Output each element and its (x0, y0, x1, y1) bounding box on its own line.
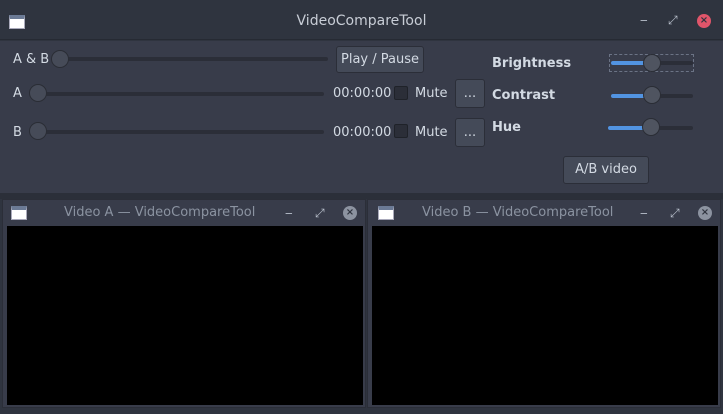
a-position-slider[interactable] (30, 92, 324, 96)
hue-slider-handle[interactable] (642, 118, 660, 136)
hue-label: Hue (492, 120, 521, 135)
b-slider-label: B (13, 125, 22, 140)
a-browse-button[interactable]: ... (455, 79, 485, 108)
minimize-icon[interactable]: ‒ (640, 207, 648, 219)
play-pause-button[interactable]: Play / Pause (336, 46, 424, 73)
ab-video-button[interactable]: A/B video (563, 156, 649, 184)
video-b-window-title: Video B — VideoCompareTool (422, 205, 614, 220)
b-slider-handle[interactable] (29, 122, 47, 140)
ab-slider-label: A & B (13, 52, 50, 67)
a-slider-label: A (13, 86, 22, 101)
video-b-display[interactable] (372, 226, 718, 405)
brightness-label: Brightness (492, 56, 572, 71)
a-mute-label: Mute (415, 86, 448, 101)
contrast-slider-handle[interactable] (643, 86, 661, 104)
b-mute-checkbox[interactable] (394, 124, 408, 138)
main-title-bar[interactable]: VideoCompareTool ‒ ⤢ × (0, 0, 723, 40)
window-icon (11, 206, 27, 220)
a-time-display: 00:00:00 (333, 86, 392, 101)
b-time-display: 00:00:00 (333, 125, 392, 140)
video-a-display[interactable] (7, 226, 363, 405)
window-icon (378, 206, 394, 220)
screen-bottom-edge (0, 408, 723, 414)
video-a-window-title: Video A — VideoCompareTool (64, 205, 256, 220)
video-b-title-bar[interactable]: Video B — VideoCompareTool ‒ ⤢ × (368, 200, 720, 226)
a-slider-handle[interactable] (29, 84, 47, 102)
video-a-window: Video A — VideoCompareTool ‒ ⤢ × (2, 199, 366, 408)
a-mute-checkbox[interactable] (394, 86, 408, 100)
b-mute-label: Mute (415, 125, 448, 140)
maximize-icon[interactable]: ⤢ (315, 207, 325, 219)
b-browse-button[interactable]: ... (455, 118, 485, 147)
video-b-window: Video B — VideoCompareTool ‒ ⤢ × (367, 199, 721, 408)
ab-position-slider[interactable] (52, 57, 328, 61)
brightness-slider-handle[interactable] (643, 54, 661, 72)
contrast-label: Contrast (492, 88, 556, 103)
minimize-icon[interactable]: ‒ (640, 14, 648, 26)
close-icon[interactable]: × (697, 14, 711, 28)
maximize-icon[interactable]: ⤢ (668, 14, 678, 26)
close-icon[interactable]: × (343, 206, 357, 220)
main-window-title: VideoCompareTool (296, 13, 427, 29)
ab-slider-handle[interactable] (51, 50, 69, 68)
video-a-title-bar[interactable]: Video A — VideoCompareTool ‒ ⤢ × (3, 200, 365, 226)
close-icon[interactable]: × (698, 206, 712, 220)
maximize-icon[interactable]: ⤢ (670, 207, 680, 219)
minimize-icon[interactable]: ‒ (285, 207, 293, 219)
b-position-slider[interactable] (30, 130, 324, 134)
